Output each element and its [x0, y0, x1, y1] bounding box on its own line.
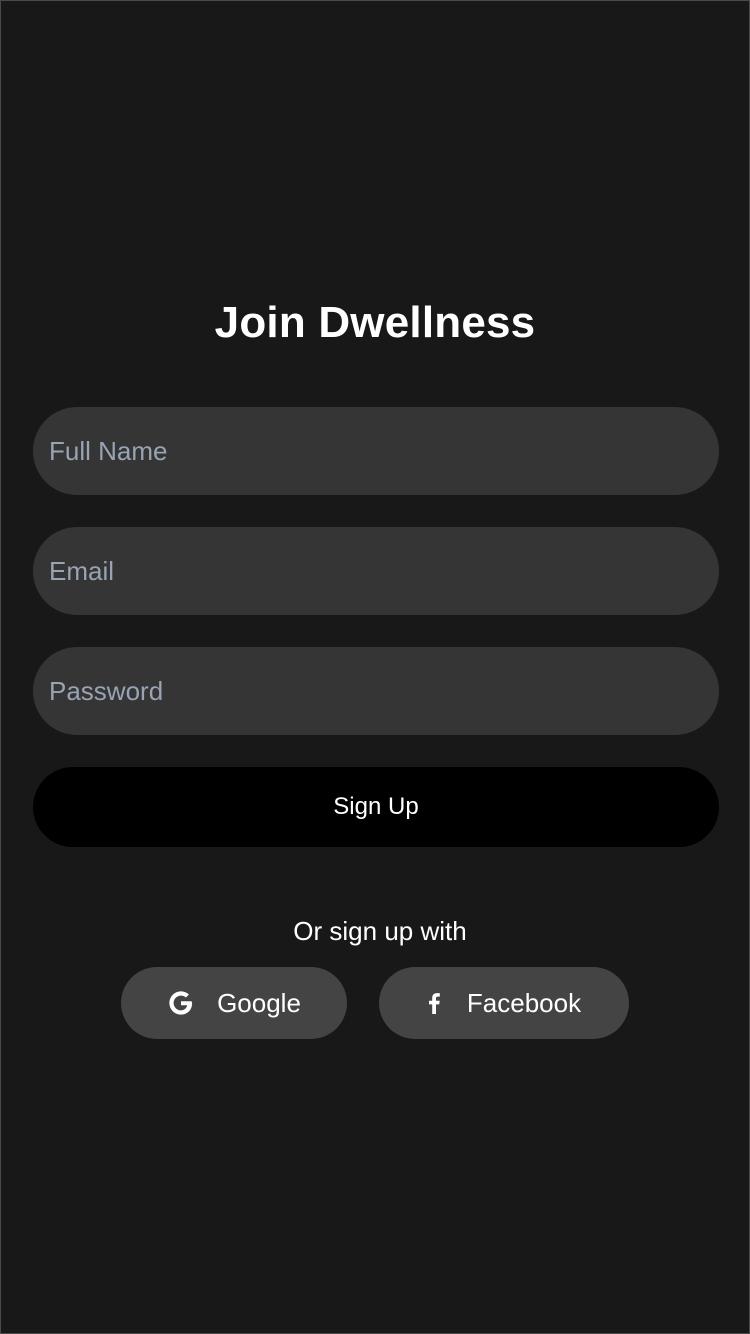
page-title: Join Dwellness [214, 298, 536, 347]
facebook-signup-button[interactable]: Facebook [379, 967, 629, 1039]
email-field-container [33, 527, 719, 615]
signup-screen: Join Dwellness Sign Up Or sign up with G… [0, 0, 750, 1334]
google-button-label: Google [217, 987, 301, 1018]
password-field-container [33, 647, 719, 735]
password-input[interactable] [33, 647, 719, 735]
social-signup-prompt: Or sign up with [293, 916, 467, 946]
google-icon [167, 989, 195, 1017]
sign-up-button[interactable]: Sign Up [33, 767, 719, 847]
email-input[interactable] [33, 527, 719, 615]
full-name-input[interactable] [33, 407, 719, 495]
facebook-button-label: Facebook [466, 987, 582, 1018]
facebook-icon [427, 992, 441, 1014]
full-name-field-container [33, 407, 719, 495]
google-signup-button[interactable]: Google [121, 967, 347, 1039]
